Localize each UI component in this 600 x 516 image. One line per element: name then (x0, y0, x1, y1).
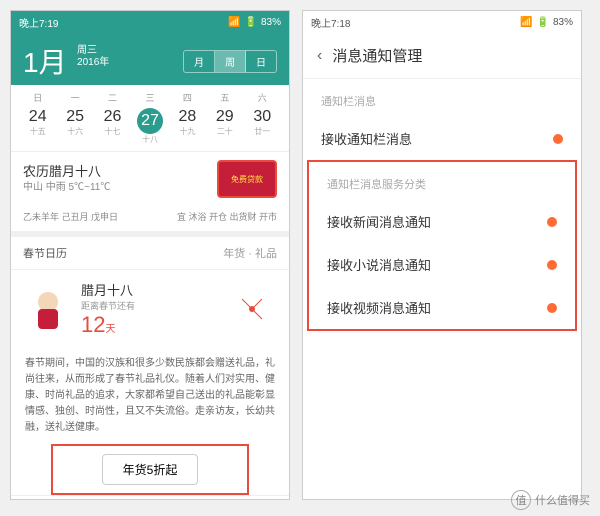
settings-group-highlight: 通知栏消息服务分类 接收新闻消息通知接收小说消息通知接收视频消息通知 (307, 160, 577, 331)
weather-info: 中山 中雨 5℃~11℃ (23, 181, 110, 195)
weekday-cell: 二 (108, 91, 117, 104)
day-cell[interactable]: 25十六 (60, 108, 90, 145)
settings-header: ‹ 消息通知管理 (303, 33, 581, 79)
promo-highlight: 年货5折起 (51, 444, 249, 495)
promo-button[interactable]: 年货5折起 (102, 454, 199, 485)
setting-label: 接收小说消息通知 (327, 255, 431, 274)
day-cell[interactable]: 24十五 (23, 108, 53, 145)
battery-icon: 🔋 (245, 17, 257, 28)
countdown-number: 12 (81, 312, 105, 337)
setting-label: 接收通知栏消息 (321, 129, 412, 148)
setting-row[interactable]: 接收小说消息通知 (309, 243, 575, 286)
day-cell[interactable]: 29二十 (210, 108, 240, 145)
festival-subtitle: 距离春节还有 (81, 299, 219, 312)
month-label[interactable]: 1月 (23, 47, 67, 78)
festival-card[interactable]: 腊月十八 距离春节还有 12天 (11, 270, 289, 348)
status-time: 晚上7:18 (311, 15, 350, 30)
battery-pct: 83% (261, 17, 281, 28)
toggle-indicator[interactable] (547, 217, 557, 227)
setting-row[interactable]: 接收视频消息通知 (309, 286, 575, 329)
page-title: 消息通知管理 (332, 45, 422, 66)
ad-banner[interactable]: 免费贷款 (217, 160, 277, 198)
section-header: 春节日历 年货 · 礼品 (11, 237, 289, 270)
calendar-grid: 日 一 二 三 四 五 六 24十五25十六 26十七27十八28十九 29二十30廿一 (11, 85, 289, 151)
weekday-cell: 一 (71, 91, 80, 104)
tab-month[interactable]: 月 (184, 51, 215, 72)
day-cell[interactable]: 28十九 (172, 108, 202, 145)
day-cell[interactable]: 27十八 (135, 108, 165, 145)
battery-icon: 🔋 (537, 17, 549, 28)
watermark: 值 什么值得买 (511, 490, 590, 510)
weekday-cell: 四 (183, 91, 192, 104)
setting-row-main[interactable]: 接收通知栏消息 (303, 117, 581, 160)
status-time: 晚上7:19 (19, 15, 58, 30)
battery-pct: 83% (553, 17, 573, 28)
status-bar: 晚上7:19 📶 🔋 83% (11, 11, 289, 33)
toggle-indicator[interactable] (553, 134, 563, 144)
setting-label: 接收新闻消息通知 (327, 212, 431, 231)
signal-icon: 📶 (228, 17, 240, 28)
fortune-text: 宜 沐浴 开仓 出货财 开市 (177, 210, 277, 223)
description-text: 春节期间，中国的汉族和很多少数民族都会赠送礼品，礼尚往来，从而形成了春节礼品礼仪… (11, 348, 289, 444)
fortune-row: 乙未羊年 己丑月 戊申日 宜 沐浴 开仓 出货财 开市 (11, 206, 289, 237)
setting-row[interactable]: 接收新闻消息通知 (309, 200, 575, 243)
tab-day[interactable]: 日 (246, 51, 276, 72)
toggle-indicator[interactable] (547, 303, 557, 313)
section-title-2: 通知栏消息服务分类 (309, 162, 575, 200)
signal-icon: 📶 (520, 17, 532, 28)
tab-week[interactable]: 周 (215, 51, 246, 72)
lunar-title: 农历腊月十八 (23, 163, 110, 181)
festival-illustration (23, 284, 73, 334)
section-title-1: 通知栏消息 (303, 79, 581, 117)
ganzhi-text: 乙未羊年 己丑月 戊申日 (23, 210, 118, 223)
year-label: 2016年 (77, 57, 109, 68)
calendar-header: 1月 周三 2016年 月 周 日 (11, 33, 289, 85)
weekday-cell: 五 (220, 91, 229, 104)
countdown-unit: 天 (105, 324, 115, 335)
weekday-cell: 日 (33, 91, 42, 104)
weekday-cell: 三 (145, 91, 154, 104)
status-bar: 晚上7:18 📶 🔋 83% (303, 11, 581, 33)
section-title: 春节日历 (23, 245, 67, 261)
fireworks-illustration (227, 284, 277, 334)
toggle-indicator[interactable] (547, 260, 557, 270)
back-icon[interactable]: ‹ (317, 47, 322, 65)
view-tabs: 月 周 日 (183, 50, 277, 73)
lunar-row[interactable]: 农历腊月十八 中山 中雨 5℃~11℃ 免费贷款 (11, 151, 289, 206)
settings-screen: 晚上7:18 📶 🔋 83% ‹ 消息通知管理 通知栏消息 接收通知栏消息 通知… (302, 10, 582, 500)
bottom-nav: ⊞订阅27今日+新建⋯更多 (11, 495, 289, 500)
calendar-app-screen: 晚上7:19 📶 🔋 83% 1月 周三 2016年 月 周 日 日一二 (10, 10, 290, 500)
watermark-icon: 值 (511, 490, 531, 510)
day-cell[interactable]: 26十七 (98, 108, 128, 145)
festival-title: 腊月十八 (81, 280, 219, 299)
watermark-text: 什么值得买 (535, 492, 590, 508)
setting-label: 接收视频消息通知 (327, 298, 431, 317)
day-cell[interactable]: 30廿一 (247, 108, 277, 145)
weekday-cell: 六 (258, 91, 267, 104)
section-link[interactable]: 年货 · 礼品 (223, 245, 277, 261)
weekday-label: 周三 (77, 45, 97, 56)
